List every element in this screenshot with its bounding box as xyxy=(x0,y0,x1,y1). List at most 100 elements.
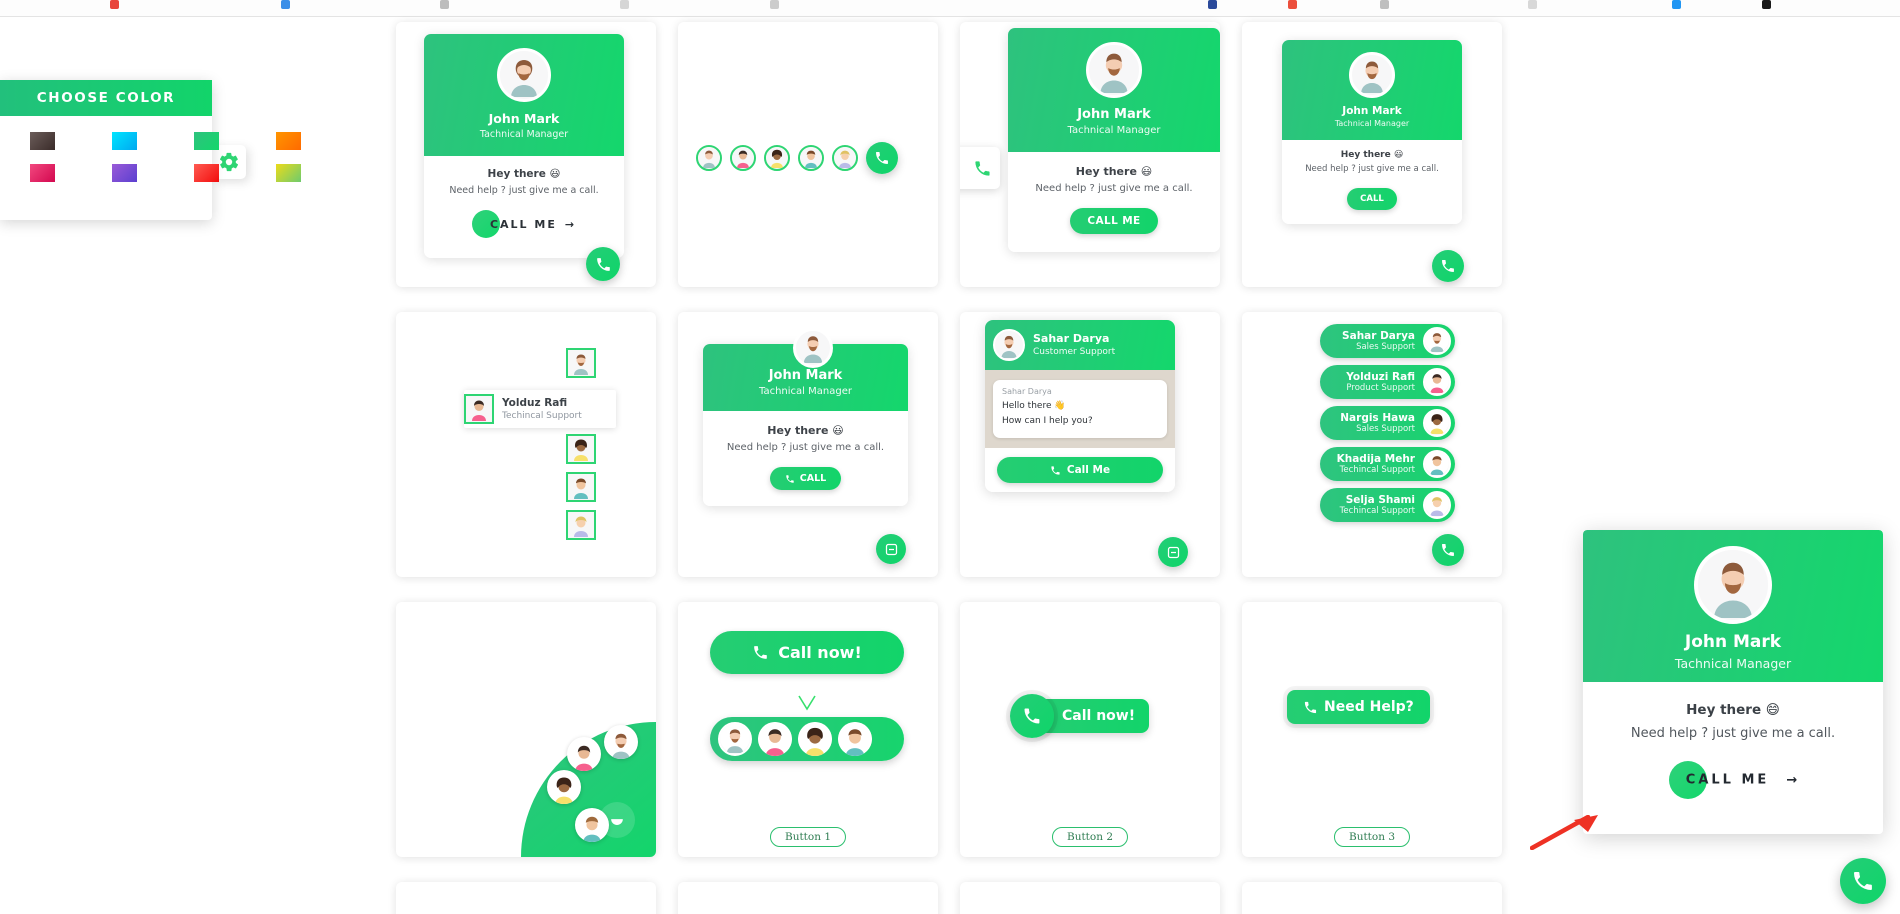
bookmark-icon[interactable] xyxy=(1528,0,1537,9)
button-label-1[interactable]: Button 1 xyxy=(769,827,847,847)
agent-chip[interactable]: Yolduzi Rafi Product Support xyxy=(1320,365,1455,399)
chat-agent-name: Sahar Darya xyxy=(1033,332,1110,345)
profile-widget: John Mark Tachnical Manager Hey there 😃 … xyxy=(1008,28,1220,252)
avatar[interactable] xyxy=(566,472,596,502)
minimize-button[interactable] xyxy=(876,534,906,564)
color-swatch-pink[interactable] xyxy=(30,164,55,182)
main-floating-call-button[interactable] xyxy=(1840,858,1886,904)
call-now-button-2[interactable]: Call now! xyxy=(1010,694,1150,738)
avatar[interactable] xyxy=(566,434,596,464)
call-me-button[interactable]: Call Me xyxy=(997,457,1163,483)
agent-chip[interactable]: Khadija Mehr Techincal Support xyxy=(1320,447,1455,481)
greeting-text: Hey there 😃 xyxy=(1075,165,1153,178)
demo-card xyxy=(396,602,656,857)
bookmark-icon[interactable] xyxy=(1288,0,1297,9)
avatar[interactable] xyxy=(798,145,824,171)
demo-card: Sahar Darya Sales Support Yolduzi Rafi Prod… xyxy=(1242,312,1502,577)
call-me-label: CALL ME xyxy=(1087,215,1141,227)
demo-card: John Mark Tachnical Manager Hey there 😃 … xyxy=(396,22,656,287)
bookmark-icon[interactable] xyxy=(281,0,290,9)
agent-chip[interactable]: Sahar Darya Sales Support xyxy=(1320,324,1455,358)
avatar[interactable] xyxy=(566,348,596,378)
call-tab-button[interactable] xyxy=(960,147,1000,189)
color-swatch-red[interactable] xyxy=(194,164,219,182)
avatar[interactable] xyxy=(566,510,596,540)
call-me-button[interactable]: CALL ME xyxy=(1070,208,1158,234)
color-swatch-purple[interactable] xyxy=(112,164,137,182)
profile-name: John Mark xyxy=(488,111,560,126)
need-help-button[interactable]: Need Help? xyxy=(1287,690,1430,724)
agent-fan-widget xyxy=(521,722,656,857)
bookmark-icon[interactable] xyxy=(620,0,629,9)
phone-icon xyxy=(1442,544,1454,556)
avatar[interactable] xyxy=(547,770,581,804)
agent-chip[interactable]: Selja Shami Techincal Support xyxy=(1320,488,1455,522)
button-label-3[interactable]: Button 3 xyxy=(1333,827,1411,847)
minimize-icon xyxy=(1167,546,1179,558)
preview-call-me-button[interactable]: CALL ME → xyxy=(1583,761,1883,799)
call-now-button-group: Call now! xyxy=(710,631,904,674)
profile-widget: John Mark Tachnical Manager Hey there 😃 … xyxy=(424,34,624,258)
bubble-line-2: How can I help you? xyxy=(1002,416,1093,426)
floating-call-button[interactable] xyxy=(1432,250,1464,282)
color-swatch-lime[interactable] xyxy=(276,164,301,182)
demo-card: Yolduz Rafi Techincal Support xyxy=(396,312,656,577)
call-me-button[interactable]: CALL ME → xyxy=(471,210,576,238)
bookmark-icon[interactable] xyxy=(1380,0,1389,9)
call-button[interactable]: CALL xyxy=(1347,188,1397,210)
live-preview-body: Hey there 😄 Need help ? just give me a c… xyxy=(1583,702,1883,799)
message-text: Need help ? just give me a call. xyxy=(1305,164,1439,174)
bookmark-icon[interactable] xyxy=(770,0,779,9)
floating-call-button[interactable] xyxy=(586,247,620,281)
avatar[interactable] xyxy=(838,722,872,756)
avatar[interactable] xyxy=(832,145,858,171)
bookmark-icon[interactable] xyxy=(1762,0,1771,9)
smile-toggle-button[interactable] xyxy=(599,802,635,838)
bookmark-icon[interactable] xyxy=(1672,0,1681,9)
bookmark-icon[interactable] xyxy=(110,0,119,9)
bookmark-icon[interactable] xyxy=(1208,0,1217,9)
agent-chip-text: Sahar Darya Sales Support xyxy=(1332,330,1423,353)
agent-chip-role: Sales Support xyxy=(1356,423,1415,434)
floating-call-button[interactable] xyxy=(1432,534,1464,566)
demo-card xyxy=(960,882,1220,914)
bubble-line-1: Hello there 👋 xyxy=(1002,401,1066,411)
agent-contact-card[interactable]: Yolduz Rafi Techincal Support xyxy=(464,390,616,428)
minimize-button[interactable] xyxy=(1158,537,1188,567)
avatar[interactable] xyxy=(696,145,722,171)
avatar[interactable] xyxy=(567,737,601,771)
avatar xyxy=(1423,327,1451,355)
agent-chip[interactable]: Nargis Hawa Sales Support xyxy=(1320,406,1455,440)
color-swatch-orange[interactable] xyxy=(276,132,301,150)
avatar[interactable] xyxy=(718,722,752,756)
avatar[interactable] xyxy=(758,722,792,756)
button-label-2[interactable]: Button 2 xyxy=(1051,827,1129,847)
call-button[interactable] xyxy=(866,142,898,174)
color-swatch-cyan[interactable] xyxy=(112,132,137,150)
phone-icon xyxy=(1304,701,1317,713)
need-help-label: Need Help? xyxy=(1324,699,1414,715)
bookmark-icon[interactable] xyxy=(440,0,449,9)
color-swatch-dark[interactable] xyxy=(30,132,55,150)
avatar[interactable] xyxy=(764,145,790,171)
agent-chip-text: Yolduzi Rafi Product Support xyxy=(1332,371,1423,394)
avatar[interactable] xyxy=(604,725,638,759)
avatar xyxy=(993,329,1025,361)
preview-greeting: Hey there 😄 xyxy=(1686,702,1780,718)
preview-message: Need help ? just give me a call. xyxy=(1630,726,1836,741)
color-swatch-grid xyxy=(0,116,301,182)
chat-message-area: Sahar Darya Hello there 👋 How can I help… xyxy=(985,370,1175,448)
avatar[interactable] xyxy=(798,722,832,756)
need-help-pill[interactable]: Need Help? xyxy=(1287,690,1430,724)
color-swatch-green[interactable] xyxy=(194,132,219,150)
preview-profile-role: Tachnical Manager xyxy=(1674,656,1792,671)
avatar[interactable] xyxy=(730,145,756,171)
annotation-arrow xyxy=(1530,815,1600,850)
agent-chip-role: Techincal Support xyxy=(1339,464,1415,475)
demo-card: John Mark Tachnical Manager Hey there 😃 … xyxy=(960,22,1220,287)
agent-chip-name: Sahar Darya xyxy=(1342,329,1415,342)
call-now-button[interactable]: Call now! xyxy=(710,631,904,674)
agent-chip-name: Khadija Mehr xyxy=(1336,452,1415,465)
call-button[interactable]: CALL xyxy=(769,467,842,490)
phone-icon xyxy=(754,646,768,659)
